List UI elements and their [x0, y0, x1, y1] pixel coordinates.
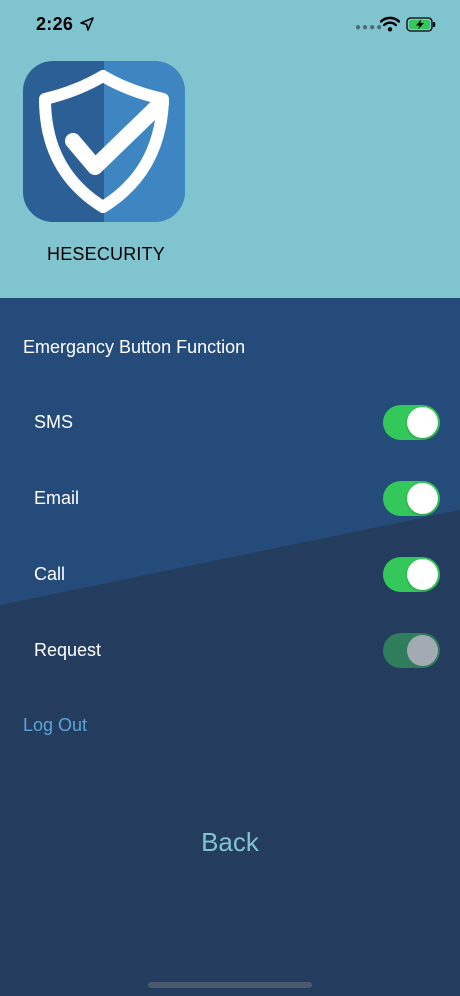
app-screen: 2:26 ●●●● HESECURITY Emergancy Button Fu… — [0, 0, 460, 996]
status-time: 2:26 — [36, 14, 74, 34]
status-bar: 2:26 ●●●● — [0, 0, 460, 50]
toggle-knob — [407, 483, 438, 514]
toggle-knob — [407, 559, 438, 590]
location-arrow-icon — [80, 17, 94, 31]
toggle-knob — [407, 635, 438, 666]
app-name: HESECURITY — [47, 244, 166, 264]
section-title: Emergancy Button Function — [23, 337, 246, 357]
back-button[interactable]: Back — [0, 827, 460, 858]
logout-link[interactable]: Log Out — [23, 715, 87, 736]
call-toggle[interactable] — [383, 557, 440, 592]
toggle-knob — [407, 407, 438, 438]
request-toggle[interactable] — [383, 633, 440, 668]
sms-label: SMS — [34, 412, 74, 432]
email-label: Email — [34, 488, 80, 508]
sms-toggle[interactable] — [383, 405, 440, 440]
email-toggle[interactable] — [383, 481, 440, 516]
signal-dots-icon: ●●●● — [355, 22, 384, 33]
battery-charging-icon — [406, 17, 436, 32]
home-indicator — [148, 982, 312, 988]
request-label: Request — [34, 640, 102, 660]
call-label: Call — [34, 564, 66, 584]
app-logo — [23, 61, 185, 222]
wifi-icon — [380, 16, 400, 32]
